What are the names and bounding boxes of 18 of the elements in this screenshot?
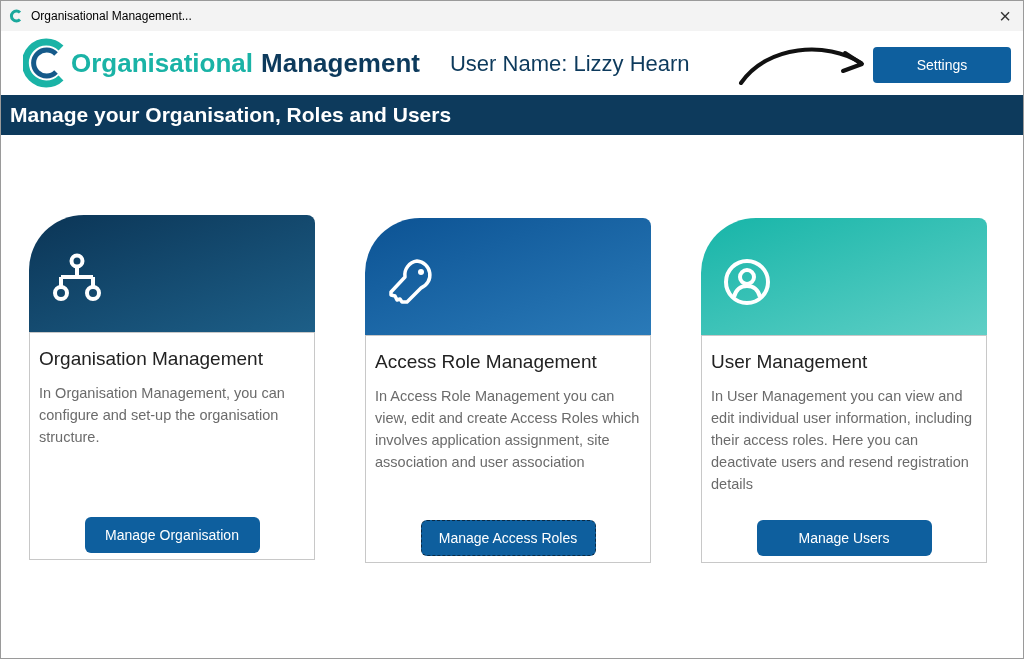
user-icon (723, 257, 771, 306)
page-heading: Manage your Organisation, Roles and Users (10, 102, 452, 129)
close-button[interactable]: × (995, 6, 1015, 26)
app-logo-icon (9, 9, 23, 23)
card-title: Access Role Management (375, 350, 598, 374)
user-name: User Name: Lizzy Hearn (449, 49, 690, 78)
settings-button[interactable]: Settings (873, 47, 1011, 83)
logo-text: Organisational (71, 46, 254, 80)
manage-button[interactable]: Manage Access Roles (420, 520, 596, 556)
card-description: In Access Role Management you can view, edit and create Access Roles which involves application assignment, site association and user association (375, 386, 641, 472)
manage-button[interactable]: Manage Organisation (84, 517, 260, 553)
logo-text: Management (261, 46, 420, 80)
window-title: Organisational Management... (31, 8, 192, 25)
card-description: In User Management you can view and edit individual user information, including their access roles. Here you can deactivate users and resend registration details (711, 386, 974, 494)
card-description: In Organisation Management, you can configure and set-up the organisation structure. (39, 383, 286, 447)
card-title: Organisation Management (39, 347, 264, 371)
manage-button[interactable]: Manage Users (756, 520, 932, 556)
card-title: User Management (711, 350, 869, 374)
